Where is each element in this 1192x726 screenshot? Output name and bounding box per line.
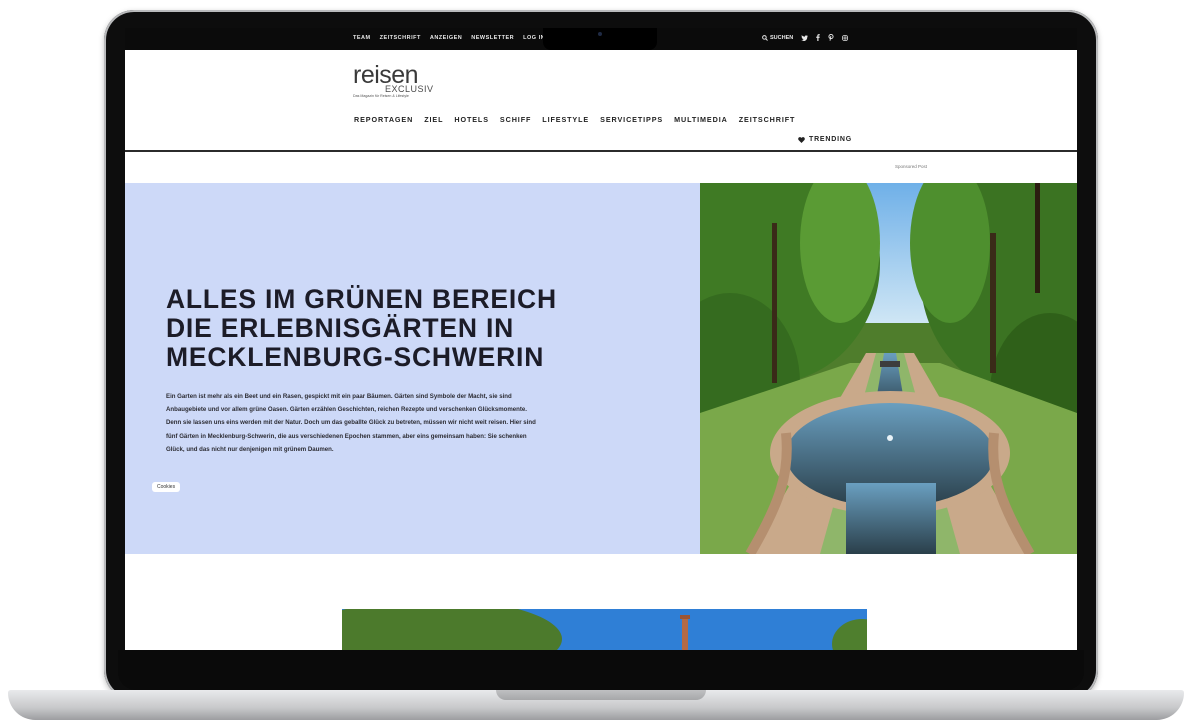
- nav-item-hotels[interactable]: HOTELS: [454, 115, 489, 124]
- trending-label: TRENDING: [809, 136, 852, 143]
- laptop-chin: [118, 650, 1084, 690]
- nav-item-zeitschrift[interactable]: ZEITSCHRIFT: [739, 115, 796, 124]
- search-icon: [762, 34, 768, 41]
- hero-title-line-3: MECKLENBURG-SCHWERIN: [166, 342, 545, 372]
- sponsored-label: Sponsored Post: [895, 164, 928, 169]
- next-article-image[interactable]: [342, 609, 867, 650]
- top-right-tools: SUCHEN: [762, 34, 849, 41]
- logo-subtitle: EXCLUSIV: [385, 84, 434, 94]
- instagram-icon[interactable]: [842, 34, 849, 41]
- facebook-icon[interactable]: [816, 34, 820, 41]
- laptop-screen: TEAM ZEITSCHRIFT ANZEIGEN NEWSLETTER LOG…: [125, 28, 1077, 650]
- heart-icon: [798, 136, 805, 143]
- search-label: SUCHEN: [770, 34, 794, 41]
- hero-intro-text: Ein Garten ist mehr als ein Beet und ein…: [166, 393, 536, 453]
- nav-item-ziel[interactable]: ZIEL: [424, 115, 443, 124]
- main-nav: REPORTAGEN ZIEL HOTELS SCHIFF LIFESTYLE …: [354, 115, 795, 124]
- cookies-button[interactable]: Cookies: [152, 482, 181, 492]
- top-link-newsletter[interactable]: NEWSLETTER: [471, 35, 514, 41]
- nav-item-lifestyle[interactable]: LIFESTYLE: [542, 115, 589, 124]
- hero-title-line-1: ALLES IM GRÜNEN BEREICH: [166, 284, 557, 314]
- site-logo[interactable]: reisen EXCLUSIV Das Magazin für Reisen &…: [353, 63, 433, 99]
- hero-text-panel: ALLES IM GRÜNEN BEREICH DIE ERLEBNISGÄRT…: [125, 183, 700, 554]
- nav-item-reportagen[interactable]: REPORTAGEN: [354, 115, 413, 124]
- camera-dot: [598, 32, 602, 36]
- pinterest-icon[interactable]: [828, 34, 834, 41]
- laptop-base-notch: [496, 690, 706, 700]
- top-links: TEAM ZEITSCHRIFT ANZEIGEN NEWSLETTER LOG…: [353, 35, 545, 41]
- nav-item-servicetipps[interactable]: SERVICETIPPS: [600, 115, 663, 124]
- trending-link[interactable]: TRENDING: [798, 136, 852, 143]
- nav-item-multimedia[interactable]: MULTIMEDIA: [674, 115, 728, 124]
- top-link-anzeigen[interactable]: ANZEIGEN: [430, 35, 462, 41]
- hero-title: ALLES IM GRÜNEN BEREICH DIE ERLEBNISGÄRT…: [166, 285, 686, 372]
- logo-tagline: Das Magazin für Reisen & Lifestyle: [353, 94, 409, 98]
- header-divider: [125, 150, 1077, 152]
- hero-title-line-2: DIE ERLEBNISGÄRTEN IN: [166, 313, 515, 343]
- top-link-team[interactable]: TEAM: [353, 35, 371, 41]
- top-link-zeitschrift[interactable]: ZEITSCHRIFT: [380, 35, 421, 41]
- search-button[interactable]: SUCHEN: [762, 35, 793, 41]
- top-link-login[interactable]: LOG IN: [523, 35, 545, 41]
- hero-image-garden-canal: [700, 183, 1077, 554]
- nav-item-schiff[interactable]: SCHIFF: [500, 115, 531, 124]
- twitter-icon[interactable]: [801, 34, 809, 41]
